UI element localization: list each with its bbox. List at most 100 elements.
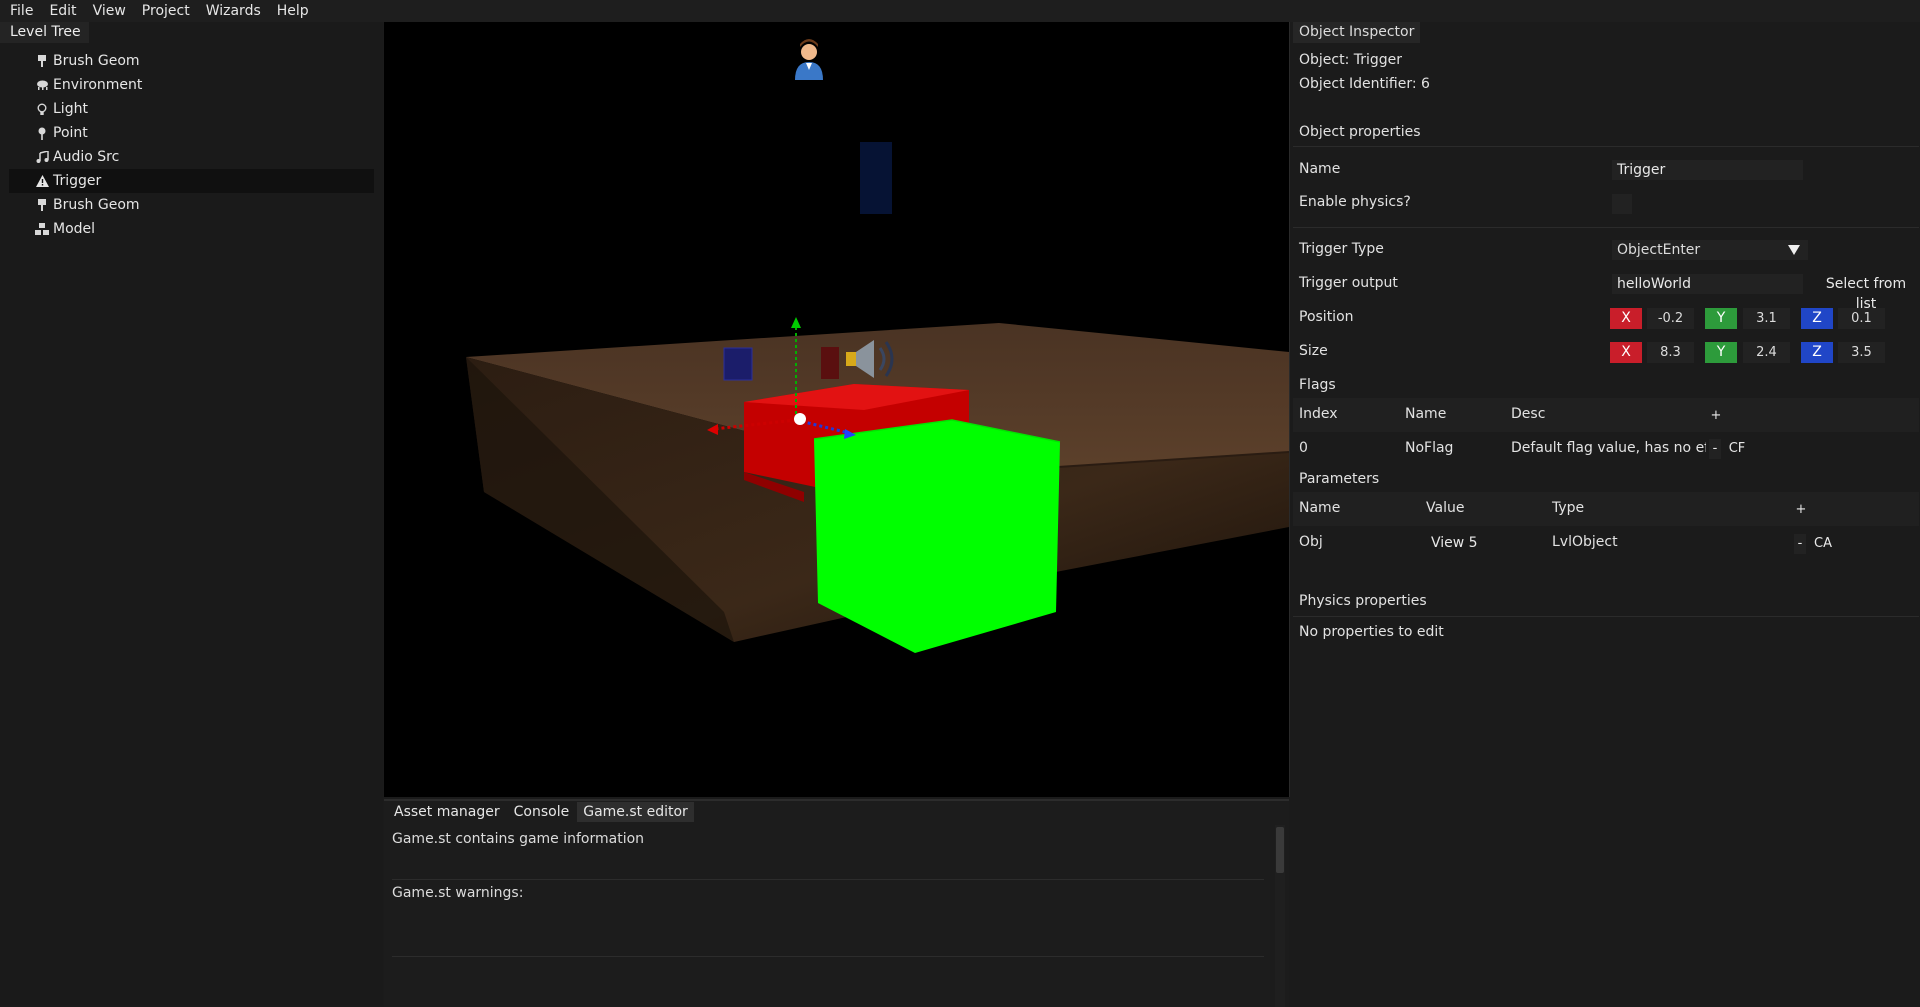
scene-render[interactable] [384,22,1289,797]
position-x-field[interactable]: -0.2 [1647,308,1694,329]
dropdown-arrow-icon [1788,245,1800,255]
level-tree-title[interactable]: Level Tree [0,22,89,43]
menu-bar: File Edit View Project Wizards Help [0,0,1920,22]
parameters-table-header [1293,492,1919,526]
menu-project[interactable]: Project [132,0,196,22]
tree-item-label: Environment [53,77,143,93]
divider [1293,227,1919,228]
params-header-name: Name [1299,500,1341,516]
flags-header-name: Name [1405,406,1447,422]
position-z-field[interactable]: 0.1 [1838,308,1885,329]
flag-desc: Default flag value, has no effect [1511,440,1706,456]
tree-item-label: Light [53,101,88,117]
enable-physics-checkbox[interactable] [1612,194,1632,214]
menu-file[interactable]: File [0,0,39,22]
cloud-icon [35,78,49,92]
trigger-type-dropdown[interactable]: ObjectEnter [1612,240,1808,260]
scene-viewport[interactable] [384,22,1290,797]
size-y-button[interactable]: Y [1705,342,1737,363]
game-st-editor-content: Game.st contains game information Game.s… [384,825,1272,1007]
size-label: Size [1299,343,1328,359]
green-trigger-box[interactable] [813,419,1061,653]
tree-item-label: Audio Src [53,149,120,165]
position-x-button[interactable]: X [1610,308,1642,329]
tree-item-brush-geom-2[interactable]: Brush Geom [9,193,374,217]
level-tree-panel: Level Tree Brush Geom Environment Light … [0,22,383,1005]
size-x-button[interactable]: X [1610,342,1642,363]
object-inspector-title[interactable]: Object Inspector [1293,22,1421,43]
game-st-warnings-label: Game.st warnings: [392,885,524,901]
object-inspector-panel: Object Inspector Object: Trigger Object … [1291,22,1920,1005]
bottom-panel: Asset manager Console Game.st editor Gam… [384,799,1289,1007]
remove-parameter-button[interactable]: - [1794,534,1806,554]
name-input[interactable]: Trigger [1612,160,1803,180]
position-y-field[interactable]: 3.1 [1743,308,1790,329]
tree-item-trigger[interactable]: Trigger [9,169,374,193]
tree-item-point[interactable]: Point [9,121,374,145]
brush-geom-icon [35,54,49,68]
add-flag-button[interactable]: + [1708,406,1724,426]
brush-geom-icon [35,198,49,212]
game-st-info-text: Game.st contains game information [392,831,645,847]
red-cube-marker[interactable] [821,347,839,379]
tree-item-brush-geom[interactable]: Brush Geom [9,49,374,73]
flag-cf-button[interactable]: CF [1725,439,1749,459]
menu-wizards[interactable]: Wizards [196,0,267,22]
enable-physics-label: Enable physics? [1299,194,1411,210]
menu-help[interactable]: Help [267,0,315,22]
vertical-scrollbar[interactable] [1275,825,1285,1007]
select-from-list-button[interactable]: Select from list [1816,274,1916,312]
position-z-button[interactable]: Z [1801,308,1833,329]
remove-flag-button[interactable]: - [1709,439,1721,459]
flags-header-desc: Desc [1511,406,1546,422]
params-header-value: Value [1426,500,1465,516]
menu-view[interactable]: View [83,0,132,22]
param-name: Obj [1299,534,1323,550]
flags-header-index: Index [1299,406,1338,422]
level-tree: Brush Geom Environment Light Point Audio… [9,49,374,241]
size-z-field[interactable]: 3.5 [1838,342,1885,363]
param-type: LvlObject [1552,534,1618,550]
flag-name: NoFlag [1405,440,1454,456]
no-properties-text: No properties to edit [1299,624,1444,640]
add-parameter-button[interactable]: + [1793,500,1809,520]
tree-item-model[interactable]: Model [9,217,374,241]
tree-item-label: Trigger [53,173,102,189]
position-y-button[interactable]: Y [1705,308,1737,329]
tree-item-label: Brush Geom [53,53,140,69]
player-start-icon[interactable] [795,39,823,80]
bottom-tabs: Asset manager Console Game.st editor [384,801,1289,823]
tree-item-label: Point [53,125,88,141]
size-z-button[interactable]: Z [1801,342,1833,363]
music-note-icon [35,150,49,164]
size-x-field[interactable]: 8.3 [1647,342,1694,363]
flags-label: Flags [1299,377,1336,393]
param-value-field[interactable]: View 5 [1424,533,1531,553]
parameters-label: Parameters [1299,471,1380,487]
tree-item-environment[interactable]: Environment [9,73,374,97]
tab-game-st-editor[interactable]: Game.st editor [577,802,694,822]
trigger-type-value: ObjectEnter [1617,242,1701,258]
object-identifier-line: Object Identifier: 6 [1299,76,1430,92]
flags-table-header [1293,398,1919,432]
lightbulb-icon [35,102,49,116]
name-label: Name [1299,161,1341,177]
param-ca-button[interactable]: CA [1810,534,1836,554]
tree-item-light[interactable]: Light [9,97,374,121]
size-y-field[interactable]: 2.4 [1743,342,1790,363]
trigger-type-label: Trigger Type [1299,241,1384,257]
tree-item-label: Model [53,221,96,237]
blue-cube-marker[interactable] [723,347,753,381]
tab-console[interactable]: Console [508,802,576,822]
scrollbar-thumb[interactable] [1276,827,1284,873]
tab-asset-manager[interactable]: Asset manager [388,802,506,822]
menu-edit[interactable]: Edit [39,0,82,22]
trigger-output-input[interactable]: helloWorld [1612,274,1803,294]
divider [1293,616,1919,617]
divider [392,956,1264,957]
trigger-output-label: Trigger output [1299,275,1398,291]
tree-item-audio-src[interactable]: Audio Src [9,145,374,169]
blue-model-object[interactable] [860,142,892,214]
divider [1293,146,1919,147]
position-label: Position [1299,309,1354,325]
